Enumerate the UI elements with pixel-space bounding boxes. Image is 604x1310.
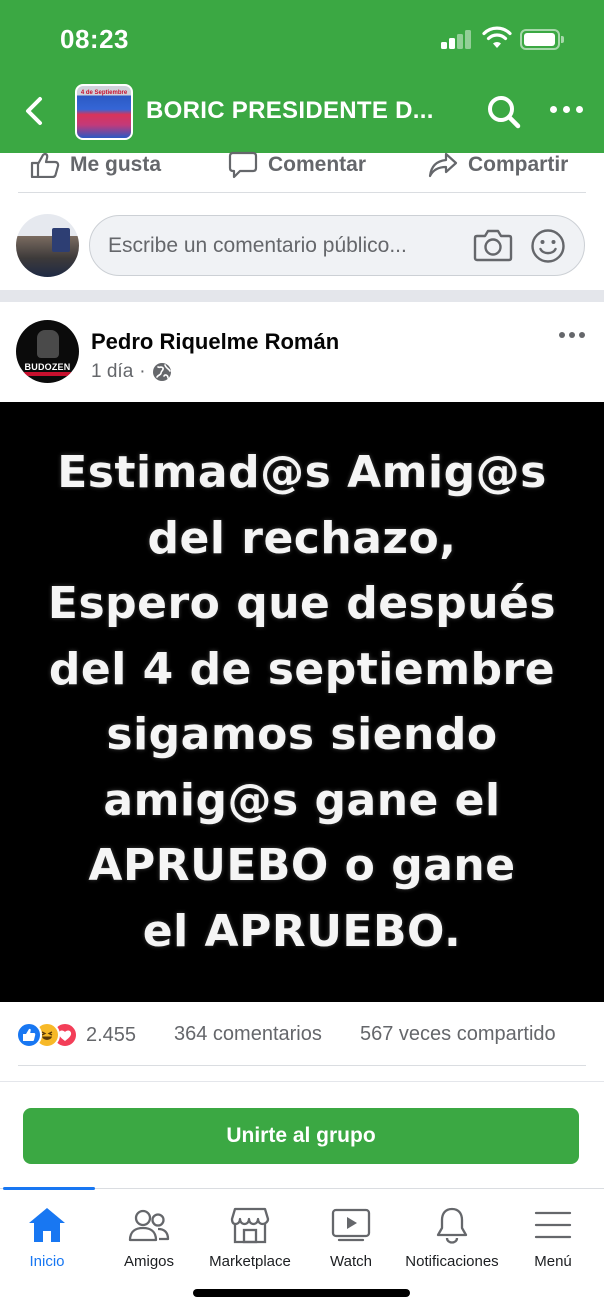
tab-inicio[interactable]: Inicio: [4, 1189, 90, 1279]
post-time[interactable]: 1 día: [91, 361, 133, 383]
tab-label: Marketplace: [209, 1253, 291, 1270]
tab-label: Inicio: [29, 1253, 65, 1270]
bell-icon: [436, 1207, 468, 1244]
home-icon: [29, 1208, 65, 1242]
camera-icon[interactable]: [473, 227, 513, 263]
group-thumbnail-text: 4 de Septiembre: [80, 90, 128, 96]
meta-dot: ·: [139, 361, 146, 382]
comment-button[interactable]: Comentar: [228, 151, 367, 179]
share-label: Compartir: [468, 153, 569, 176]
cellular-signal-icon: [441, 29, 473, 49]
tab-label: Amigos: [123, 1253, 175, 1270]
battery-icon: [520, 29, 564, 50]
emoji-icon[interactable]: [530, 228, 566, 264]
comment-bubble-icon: [228, 151, 258, 179]
share-button[interactable]: Compartir: [428, 152, 568, 178]
current-user-avatar[interactable]: [16, 214, 79, 277]
tab-notificaciones[interactable]: Notificaciones: [399, 1189, 505, 1279]
post-image-text: Estimad@s Amig@s del rechazo, Espero que…: [47, 447, 557, 957]
more-options-icon[interactable]: [548, 106, 584, 118]
avatar-figure: [37, 330, 59, 358]
shares-count[interactable]: 567 veces compartido: [360, 1023, 556, 1046]
tab-label: Watch: [330, 1253, 372, 1270]
globe-icon: [152, 363, 171, 381]
like-label: Me gusta: [70, 153, 162, 176]
marketplace-icon: [230, 1207, 270, 1244]
group-thumbnail[interactable]: 4 de Septiembre: [75, 84, 133, 140]
feed-separator: [0, 290, 604, 302]
thumbs-up-icon: [30, 152, 60, 178]
watch-icon: [331, 1208, 371, 1242]
friends-icon: [128, 1209, 170, 1242]
group-title[interactable]: BORIC PRESIDENTE D...: [146, 97, 434, 125]
comments-count[interactable]: 364 comentarios: [174, 1023, 322, 1046]
comment-placeholder: Escribe un comentario público...: [108, 234, 407, 257]
tab-label: Menú: [534, 1253, 572, 1270]
divider: [18, 192, 586, 193]
menu-icon: [534, 1211, 572, 1239]
author-avatar[interactable]: BUDOZEN: [16, 320, 79, 383]
tab-watch[interactable]: Watch: [308, 1189, 394, 1279]
status-time: 08:23: [60, 24, 129, 54]
like-reaction-icon: [16, 1022, 42, 1048]
post-more-icon[interactable]: [559, 332, 587, 340]
comment-label: Comentar: [268, 153, 367, 176]
wifi-icon: [482, 26, 512, 48]
divider: [18, 1065, 586, 1066]
avatar-label: BUDOZEN: [24, 362, 71, 372]
back-arrow-icon[interactable]: [18, 94, 52, 128]
join-group-button[interactable]: Unirte al grupo: [23, 1108, 579, 1164]
post-meta: 1 día ·: [91, 361, 172, 383]
tab-menu[interactable]: Menú: [512, 1189, 594, 1279]
reactions-count: 2.455: [86, 1023, 137, 1046]
tab-marketplace[interactable]: Marketplace: [200, 1189, 300, 1279]
avatar-stripe: [16, 372, 79, 376]
comment-input[interactable]: Escribe un comentario público...: [89, 215, 585, 276]
home-indicator: [193, 1289, 410, 1297]
like-button[interactable]: Me gusta: [30, 152, 161, 178]
post-image[interactable]: Estimad@s Amig@s del rechazo, Espero que…: [0, 402, 604, 1002]
tab-label: Notificaciones: [405, 1253, 499, 1270]
post-actions-row: Me gusta Comentar Compartir: [0, 151, 604, 193]
tab-amigos[interactable]: Amigos: [106, 1189, 192, 1279]
post-author[interactable]: Pedro Riquelme Román: [91, 329, 339, 355]
top-bar: 08:23 4 de Septiembre BORIC PRESIDENTE D…: [0, 0, 604, 153]
search-icon[interactable]: [486, 94, 522, 130]
share-arrow-icon: [428, 152, 458, 178]
reactions-summary[interactable]: 2.455: [16, 1020, 136, 1050]
